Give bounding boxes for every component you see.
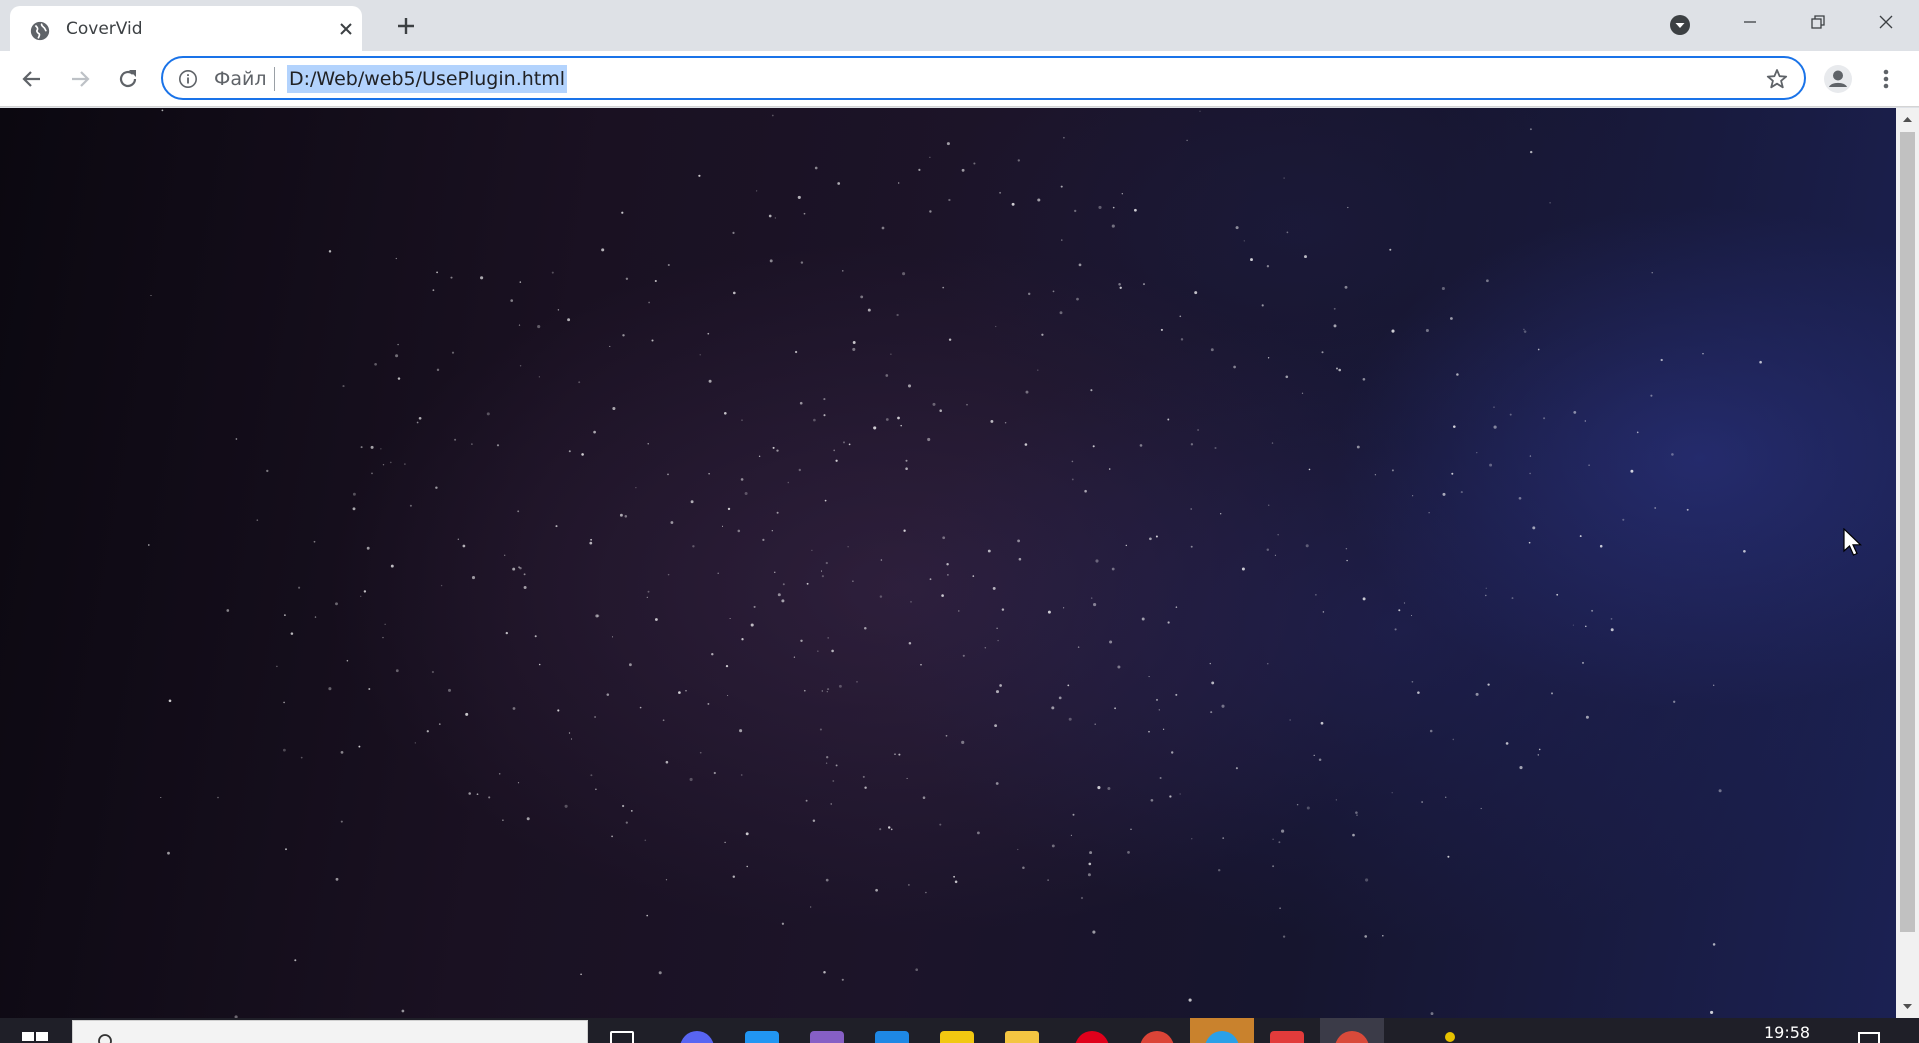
- tab-strip: CoverVid: [0, 0, 1919, 51]
- divider: [274, 67, 275, 91]
- restore-icon: [1811, 15, 1825, 29]
- file-explorer-icon[interactable]: [1005, 1031, 1039, 1043]
- tray-icon[interactable]: [1445, 1032, 1455, 1042]
- forward-button[interactable]: [64, 63, 96, 95]
- scroll-up-icon[interactable]: [1902, 114, 1913, 125]
- scroll-thumb[interactable]: [1900, 132, 1915, 932]
- star-icon[interactable]: [1765, 67, 1789, 91]
- vscode-icon[interactable]: [875, 1031, 909, 1043]
- back-button[interactable]: [16, 63, 48, 95]
- starfield-background: [147, 109, 1762, 1018]
- site-scheme-label[interactable]: Файл: [214, 68, 267, 90]
- minimize-button[interactable]: [1716, 0, 1784, 44]
- chrome-icon[interactable]: [1140, 1031, 1174, 1043]
- address-bar[interactable]: Файл D:/Web/web5/UsePlugin.html: [161, 56, 1806, 100]
- profile-icon[interactable]: [1822, 63, 1854, 95]
- url-text[interactable]: D:/Web/web5/UsePlugin.html: [287, 65, 568, 93]
- windows-start-icon[interactable]: [22, 1032, 48, 1043]
- windows-taskbar: 19:58: [0, 1018, 1919, 1043]
- app-icon[interactable]: [940, 1031, 974, 1043]
- search-icon: [98, 1034, 112, 1043]
- reload-button[interactable]: [112, 63, 144, 95]
- taskbar-clock[interactable]: 19:58: [1764, 1023, 1810, 1042]
- mouse-cursor-icon: [1843, 528, 1862, 556]
- app-icon[interactable]: [745, 1031, 779, 1043]
- reload-icon: [119, 70, 137, 88]
- restore-button[interactable]: [1784, 0, 1852, 44]
- close-window-button[interactable]: [1852, 0, 1919, 44]
- info-icon[interactable]: [178, 69, 198, 89]
- visual-studio-icon[interactable]: [810, 1031, 844, 1043]
- globe-icon: [30, 21, 50, 41]
- close-icon: [1879, 15, 1893, 29]
- back-icon: [22, 71, 40, 87]
- browser-toolbar: Файл D:/Web/web5/UsePlugin.html: [0, 51, 1919, 107]
- task-view-icon[interactable]: [610, 1031, 634, 1043]
- taskbar-search-box[interactable]: [72, 1020, 588, 1043]
- tab-title: CoverVid: [66, 19, 143, 39]
- close-icon[interactable]: [336, 19, 356, 39]
- tab-covervid[interactable]: CoverVid: [10, 6, 362, 51]
- menu-icon[interactable]: [1874, 63, 1898, 95]
- page-viewport[interactable]: [0, 108, 1896, 1018]
- minimize-icon: [1744, 21, 1756, 23]
- app-icon[interactable]: [1270, 1031, 1304, 1043]
- notifications-icon[interactable]: [1858, 1032, 1880, 1043]
- opera-icon[interactable]: [1075, 1031, 1109, 1043]
- discord-icon[interactable]: [680, 1031, 714, 1043]
- plus-icon[interactable]: [392, 12, 420, 40]
- vertical-scrollbar[interactable]: [1896, 108, 1919, 1018]
- tab-search-icon[interactable]: [1668, 13, 1692, 37]
- forward-icon: [72, 71, 90, 87]
- scroll-down-icon[interactable]: [1902, 1001, 1913, 1012]
